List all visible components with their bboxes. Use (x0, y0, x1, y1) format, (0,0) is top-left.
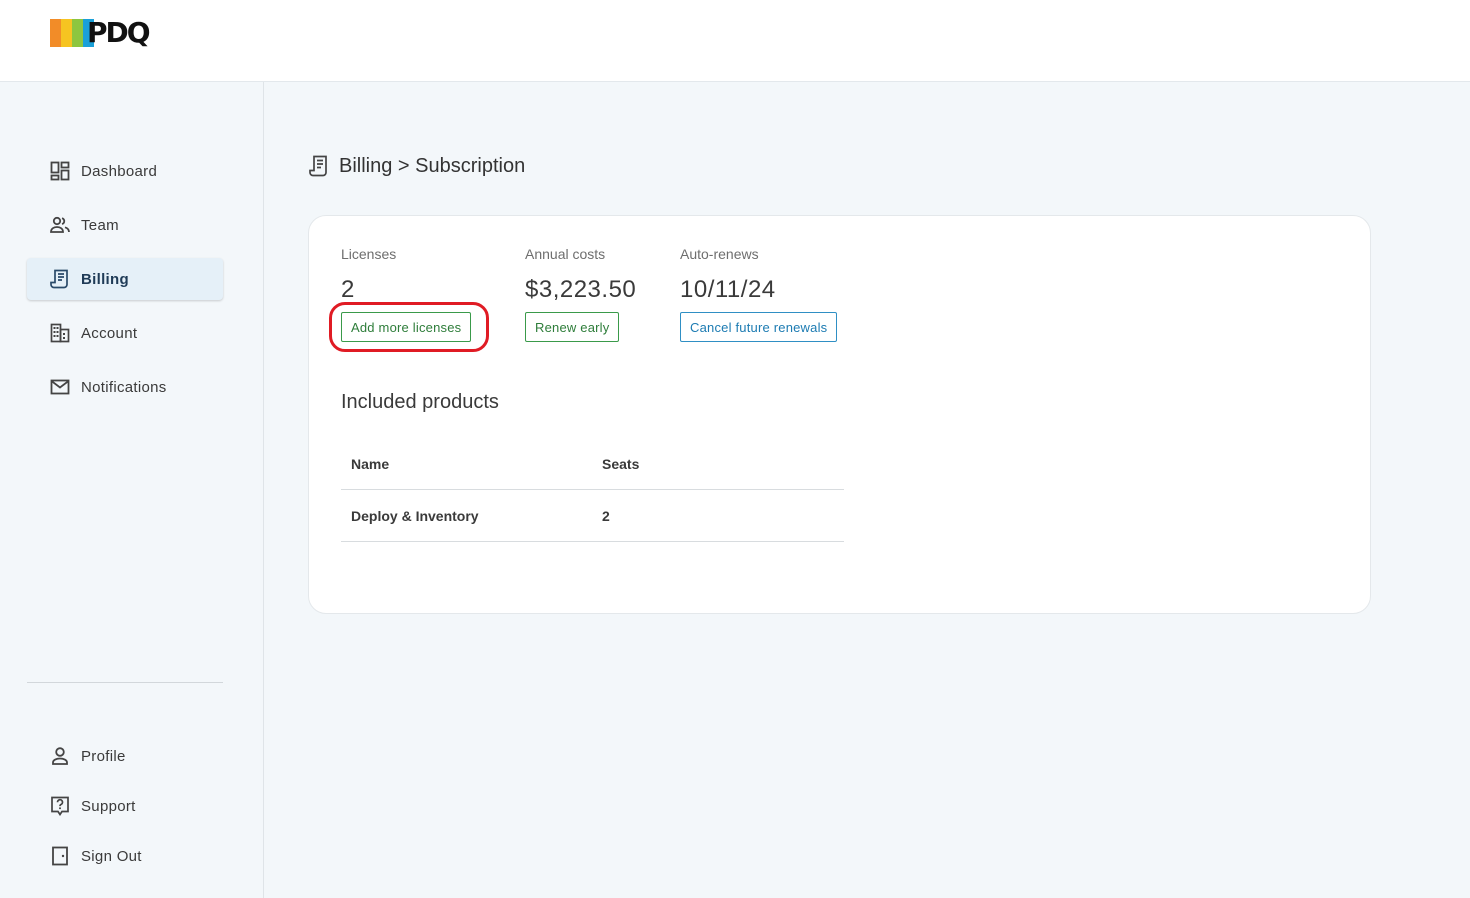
sidebar-item-label: Account (81, 324, 138, 342)
column-header-seats: Seats (602, 455, 640, 472)
logo-stripe (50, 19, 61, 47)
mail-icon (50, 377, 70, 397)
sidebar-item-label: Sign Out (81, 847, 142, 865)
cancel-future-renewals-button[interactable]: Cancel future renewals (680, 312, 838, 342)
table-header: Name Seats (341, 438, 844, 490)
auto-renews-value: 10/11/24 (680, 276, 776, 303)
auto-renews-label: Auto-renews (680, 246, 759, 262)
annual-costs-stat: Annual costs $3,223.50 (525, 246, 636, 304)
sidebar-item-sign-out[interactable]: Sign Out (27, 835, 223, 877)
billing-icon (309, 154, 329, 178)
licenses-label: Licenses (341, 246, 397, 262)
included-products-title: Included products (341, 391, 499, 413)
team-icon (50, 215, 70, 235)
renew-early-button[interactable]: Renew early (525, 312, 620, 342)
sidebar: Dashboard Team Billing Account Notificat… (0, 82, 264, 898)
subscription-card: Licenses 2 Annual costs $3,223.50 Auto-r… (308, 215, 1371, 614)
dashboard-icon (50, 161, 70, 181)
sidebar-item-team[interactable]: Team (27, 204, 223, 246)
auto-renews-stat: Auto-renews 10/11/24 (680, 246, 776, 304)
sidebar-item-profile[interactable]: Profile (27, 735, 223, 777)
breadcrumb: Billing > Subscription (309, 154, 525, 178)
sidebar-item-label: Profile (81, 747, 126, 765)
product-name-cell: Deploy & Inventory (351, 507, 479, 524)
sidebar-item-label: Billing (81, 270, 129, 288)
person-icon (50, 746, 70, 766)
sidebar-item-label: Dashboard (81, 162, 158, 180)
logo-text: PDQ (87, 16, 151, 49)
billing-icon (50, 269, 70, 289)
sidebar-divider (27, 682, 223, 683)
licenses-value: 2 (341, 276, 355, 303)
add-more-licenses-button[interactable]: Add more licenses (341, 312, 472, 342)
building-icon (50, 323, 70, 343)
sidebar-item-dashboard[interactable]: Dashboard (27, 150, 223, 192)
sidebar-item-billing[interactable]: Billing (27, 258, 223, 300)
sidebar-item-label: Team (81, 216, 119, 234)
products-table: Name Seats Deploy & Inventory 2 (341, 438, 844, 542)
sidebar-item-label: Support (81, 797, 136, 815)
top-bar: PDQ (0, 0, 1470, 82)
sidebar-item-support[interactable]: Support (27, 785, 223, 827)
page-title: Billing > Subscription (339, 154, 526, 177)
annual-costs-value: $3,223.50 (525, 276, 637, 303)
annual-costs-label: Annual costs (525, 246, 606, 262)
sidebar-item-label: Notifications (81, 378, 167, 396)
column-header-name: Name (351, 455, 390, 472)
sidebar-item-account[interactable]: Account (27, 312, 223, 354)
sidebar-item-notifications[interactable]: Notifications (27, 366, 223, 408)
pdq-logo[interactable]: PDQ (50, 16, 151, 49)
logo-stripe (61, 19, 72, 47)
logo-stripe (72, 19, 83, 47)
table-row: Deploy & Inventory 2 (341, 490, 844, 542)
product-seats-cell: 2 (602, 507, 610, 524)
licenses-stat: Licenses 2 (341, 246, 396, 304)
door-icon (50, 846, 70, 866)
help-icon (50, 796, 70, 816)
